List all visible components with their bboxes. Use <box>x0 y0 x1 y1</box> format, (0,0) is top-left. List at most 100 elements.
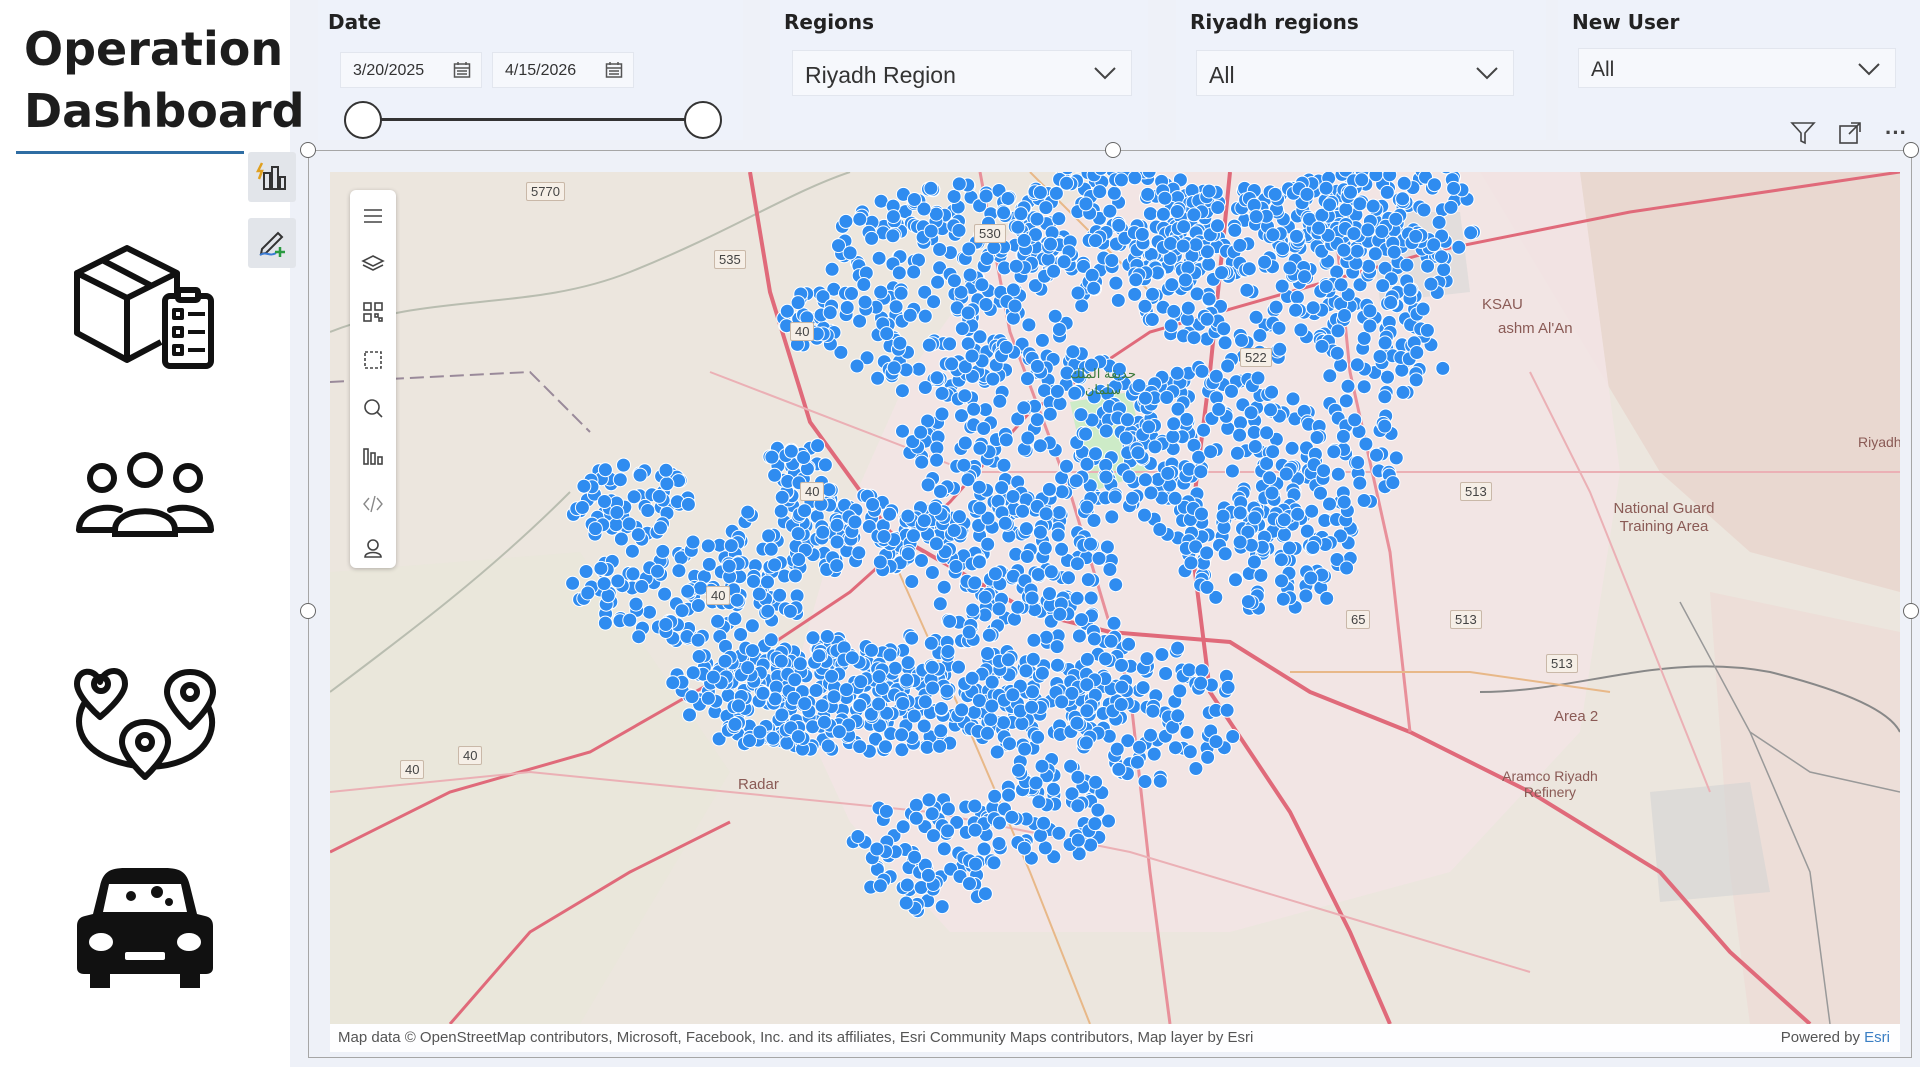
operation-point[interactable] <box>895 819 911 835</box>
operation-point[interactable] <box>1264 384 1280 400</box>
operation-point[interactable] <box>1243 405 1259 421</box>
operation-point[interactable] <box>1083 590 1099 606</box>
operation-point[interactable] <box>1305 540 1321 555</box>
operation-point[interactable] <box>1284 440 1300 456</box>
operation-point[interactable] <box>1128 272 1144 288</box>
operation-point[interactable] <box>839 300 855 315</box>
operation-point[interactable] <box>871 250 887 266</box>
operation-point[interactable] <box>898 895 914 911</box>
operation-point[interactable] <box>888 299 904 315</box>
operation-point[interactable] <box>580 585 596 601</box>
operation-point[interactable] <box>597 462 613 478</box>
operation-point[interactable] <box>839 682 854 698</box>
operation-point[interactable] <box>1367 246 1383 262</box>
operation-point[interactable] <box>895 696 911 711</box>
operation-point[interactable] <box>878 803 894 819</box>
operation-point[interactable] <box>1299 186 1315 202</box>
operation-point[interactable] <box>878 739 893 755</box>
operation-point[interactable] <box>727 716 743 732</box>
operation-point[interactable] <box>1079 703 1095 719</box>
operation-point[interactable] <box>717 653 733 669</box>
operation-point[interactable] <box>1086 631 1102 647</box>
operation-point[interactable] <box>892 335 908 351</box>
operation-point[interactable] <box>791 552 807 567</box>
operation-point[interactable] <box>986 855 1002 871</box>
operation-point[interactable] <box>1201 256 1217 272</box>
operation-point[interactable] <box>962 876 977 892</box>
operation-point[interactable] <box>1069 715 1085 731</box>
operation-point[interactable] <box>987 788 1003 804</box>
operation-point[interactable] <box>1386 244 1402 260</box>
operation-point[interactable] <box>929 370 945 386</box>
operation-point[interactable] <box>923 223 939 239</box>
operation-point[interactable] <box>691 649 707 664</box>
operation-point[interactable] <box>987 566 1003 582</box>
operation-point[interactable] <box>1152 522 1168 537</box>
operation-point[interactable] <box>1113 172 1129 188</box>
operation-point[interactable] <box>680 496 696 512</box>
operation-point[interactable] <box>1346 226 1362 242</box>
operation-point[interactable] <box>948 559 964 574</box>
operation-point[interactable] <box>1069 556 1085 572</box>
operation-point[interactable] <box>1051 825 1067 841</box>
operation-point[interactable] <box>1356 493 1372 508</box>
operation-point[interactable] <box>900 508 916 524</box>
operation-point[interactable] <box>1108 275 1124 291</box>
operation-point[interactable] <box>1379 184 1395 200</box>
operation-point[interactable] <box>1224 383 1239 399</box>
operation-point[interactable] <box>1273 552 1289 568</box>
operation-point[interactable] <box>1042 406 1058 422</box>
operation-point[interactable] <box>1121 469 1137 485</box>
select-rectangle-icon[interactable] <box>361 348 385 372</box>
operation-point[interactable] <box>1101 813 1116 829</box>
operation-point[interactable] <box>1005 687 1021 703</box>
operation-point[interactable] <box>1143 727 1158 743</box>
operation-point[interactable] <box>685 534 701 550</box>
operation-point[interactable] <box>1329 345 1345 361</box>
operation-point[interactable] <box>1232 505 1248 521</box>
operation-point[interactable] <box>977 886 993 902</box>
operation-point[interactable] <box>1246 424 1262 440</box>
car-icon[interactable] <box>65 856 225 996</box>
operation-point[interactable] <box>1050 657 1065 673</box>
operation-point[interactable] <box>983 712 999 727</box>
operation-point[interactable] <box>1199 311 1215 327</box>
operation-point[interactable] <box>1240 594 1256 610</box>
operation-point[interactable] <box>906 528 921 544</box>
operation-point[interactable] <box>1051 505 1067 520</box>
map-canvas[interactable]: 5770 535 40 40 40 40 40 530 522 65 513 5… <box>330 172 1900 1024</box>
operation-point[interactable] <box>1196 422 1212 438</box>
operation-point[interactable] <box>1285 391 1301 407</box>
operation-point[interactable] <box>1157 190 1173 206</box>
operation-point[interactable] <box>1347 412 1363 428</box>
operation-point[interactable] <box>685 665 701 681</box>
operation-point[interactable] <box>658 617 674 632</box>
operation-point[interactable] <box>1120 412 1135 428</box>
operation-point[interactable] <box>1262 470 1278 486</box>
operation-point[interactable] <box>928 536 944 552</box>
operation-point[interactable] <box>1032 438 1048 454</box>
operation-point[interactable] <box>597 615 613 631</box>
operation-point[interactable] <box>1121 636 1137 652</box>
operation-point[interactable] <box>1383 295 1399 310</box>
operation-point[interactable] <box>1147 439 1163 455</box>
bar-chart-lightning-icon[interactable] <box>248 152 296 202</box>
operation-point[interactable] <box>642 604 657 620</box>
operation-point[interactable] <box>924 565 940 580</box>
operation-point[interactable] <box>1336 494 1352 510</box>
operation-point[interactable] <box>1330 323 1346 339</box>
operation-point[interactable] <box>886 360 902 376</box>
operation-point[interactable] <box>1395 384 1411 400</box>
operation-point[interactable] <box>1356 379 1372 395</box>
operation-point[interactable] <box>920 477 936 493</box>
operation-point[interactable] <box>976 421 992 436</box>
new-user-dropdown[interactable]: All <box>1578 48 1896 88</box>
code-icon[interactable] <box>361 492 385 516</box>
operation-point[interactable] <box>1372 349 1388 364</box>
operation-point[interactable] <box>773 653 789 669</box>
operation-point[interactable] <box>1104 253 1120 268</box>
operation-point[interactable] <box>1201 291 1217 307</box>
operation-point[interactable] <box>1037 840 1053 856</box>
operation-point[interactable] <box>1135 680 1151 696</box>
esri-link[interactable]: Esri <box>1864 1029 1890 1046</box>
